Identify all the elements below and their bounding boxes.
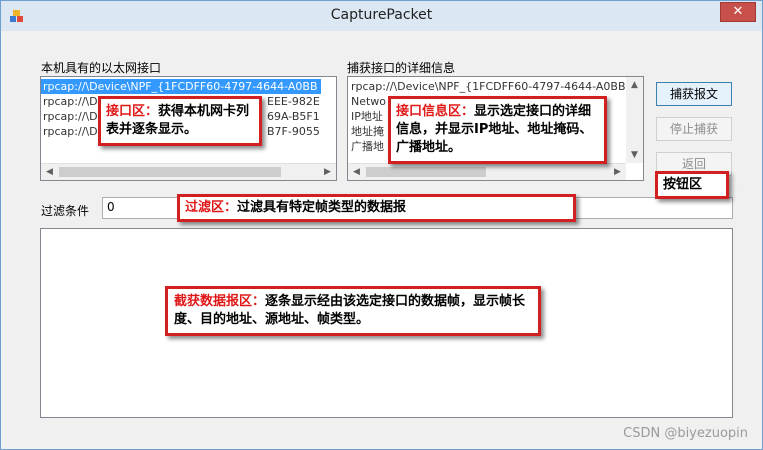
detail-hscrollbar[interactable]: ◀ ▶ [348,163,626,180]
stop-capture-button[interactable]: 停止捕获 [656,117,732,141]
scroll-left-icon[interactable]: ◀ [348,164,365,180]
capture-area-callout: 截获数据报区：逐条显示经由该选定接口的数据帧，显示帧长度、目的地址、源地址、帧类… [165,286,541,336]
detail-vscrollbar[interactable]: ▲ ▼ [626,77,643,163]
interface-id-tails: EEE-982E 69A-B5F1 B7F-9055 [267,95,320,138]
watermark: CSDN @biyezuopin [623,426,748,441]
filter-area-callout: 过滤区：过滤具有特定帧类型的数据报 [177,194,576,222]
scroll-up-icon[interactable]: ▲ [626,77,643,93]
interface-list-label: 本机具有的以太网接口 [41,61,162,75]
list-item[interactable]: rpcap://\Device\NPF_{1FCDFF60-4797-4644-… [41,79,336,94]
app-window: CapturePacket ✕ 本机具有的以太网接口 rpcap://\Devi… [0,0,763,450]
scroll-right-icon[interactable]: ▶ [319,164,336,180]
interface-area-callout: 接口区：获得本机网卡列表并逐条显示。 [98,96,262,146]
capture-button[interactable]: 捕获报文 [656,82,732,106]
scroll-left-icon[interactable]: ◀ [41,164,58,180]
scroll-right-icon[interactable]: ▶ [609,164,626,180]
detail-list-label: 捕获接口的详细信息 [347,61,456,75]
scroll-thumb[interactable] [59,167,281,177]
interface-info-callout: 接口信息区：显示选定接口的详细信息，并显示IP地址、地址掩码、广播地址。 [388,96,607,164]
interface-list-hscrollbar[interactable]: ◀ ▶ [41,163,336,180]
window-title: CapturePacket [330,7,433,23]
title-bar[interactable]: CapturePacket ✕ [1,1,762,31]
button-area-callout: 按钮区 [655,171,729,199]
detail-line: rpcap://\Device\NPF_{1FCDFF60-4797-4644-… [351,80,626,93]
close-button[interactable]: ✕ [720,2,756,22]
filter-label: 过滤条件 [41,204,90,218]
scroll-down-icon[interactable]: ▼ [626,147,643,163]
scroll-thumb[interactable] [366,167,486,177]
